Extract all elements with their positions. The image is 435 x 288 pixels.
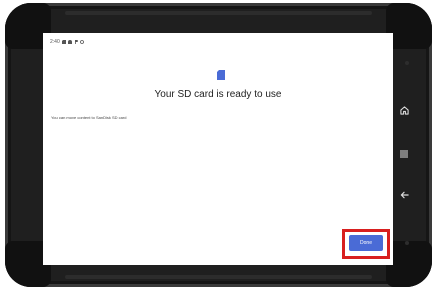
- tablet-screen: 2:40 Your SD card is ready to use You ca…: [43, 33, 393, 265]
- done-button[interactable]: Done: [349, 235, 383, 251]
- device-ridge: [65, 275, 372, 279]
- dialog-title: Your SD card is ready to use: [154, 89, 282, 100]
- status-bar: 2:40: [50, 38, 84, 46]
- sd-card-icon: [217, 70, 225, 80]
- home-button[interactable]: [394, 101, 414, 119]
- sync-icon: [79, 40, 84, 44]
- sensor-dot: [405, 241, 409, 245]
- p-icon: [74, 40, 78, 44]
- home-icon: [399, 105, 409, 115]
- status-time: 2:40: [50, 39, 60, 45]
- sd-card-icon: [61, 40, 66, 44]
- back-button[interactable]: [394, 186, 414, 204]
- device-ridge: [65, 11, 372, 15]
- dialog-body: You can move content to SanDisk SD card: [51, 115, 127, 120]
- android-icon: [67, 40, 72, 44]
- back-icon: [400, 191, 409, 199]
- menu-button[interactable]: [394, 145, 414, 163]
- menu-icon: [400, 150, 408, 158]
- sensor-dot: [405, 61, 409, 65]
